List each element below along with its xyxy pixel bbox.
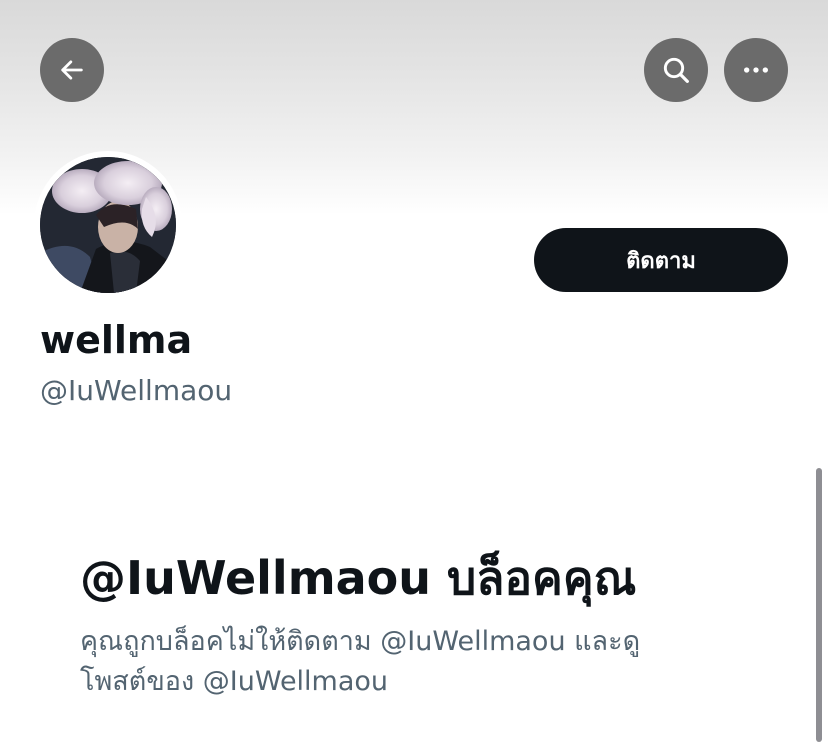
- display-name: wellma: [40, 318, 193, 362]
- profile-handle: @IuWellmaou: [40, 374, 233, 407]
- avatar-photo: [40, 157, 176, 293]
- blocked-notice-title: @IuWellmaou บล็อคคุณ: [80, 551, 637, 605]
- avatar[interactable]: [40, 157, 176, 293]
- scrollbar[interactable]: [816, 468, 822, 742]
- blocked-notice-line-2: โพสต์ของ @IuWellmaou: [80, 666, 389, 697]
- profile-page: ติดตาม wellma @IuWellmaou @IuWellmaou บล…: [0, 0, 828, 742]
- follow-button[interactable]: ติดตาม: [534, 228, 788, 292]
- more-horizontal-icon: [744, 67, 768, 73]
- arrow-left-icon: [61, 60, 83, 80]
- more-options-button[interactable]: [724, 38, 788, 102]
- blocked-notice-line-1: คุณถูกบล็อคไม่ให้ติดตาม @IuWellmaou และด…: [80, 626, 641, 657]
- back-button[interactable]: [40, 38, 104, 102]
- search-icon: [663, 57, 689, 83]
- search-button[interactable]: [644, 38, 708, 102]
- blocked-notice-description: คุณถูกบล็อคไม่ให้ติดตาม @IuWellmaou และด…: [80, 622, 720, 702]
